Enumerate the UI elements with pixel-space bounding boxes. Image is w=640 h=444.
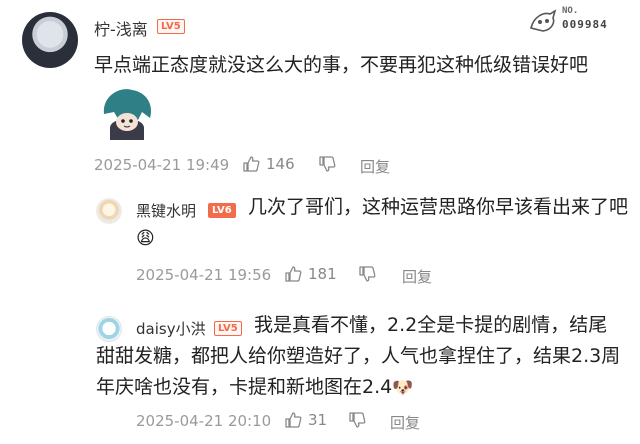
like-count: 31 [308, 411, 328, 429]
dislike-button[interactable] [348, 411, 366, 429]
dislike-button[interactable] [358, 265, 376, 283]
reply-button[interactable]: 回复 [390, 412, 420, 433]
thumbs-up-icon [285, 412, 302, 428]
dog-face-emoji: 🐶 [392, 378, 414, 398]
watermark-number: 009984 [562, 18, 608, 31]
dislike-button[interactable] [318, 155, 336, 173]
sticker-image [98, 84, 156, 142]
reply-text: 几次了哥们，这种运营思路你早该看出来了吧 [248, 196, 629, 218]
comment-text: 早点端正态度就没这么大的事，不要再犯这种低级错误好吧 [94, 54, 589, 76]
like-button[interactable]: 181 [284, 265, 337, 283]
level-badge: LV6 [208, 203, 236, 218]
thumbs-down-icon [319, 156, 336, 172]
watermark-label: NO. [562, 6, 579, 16]
avatar[interactable] [96, 198, 122, 224]
chibi-character-sticker [98, 84, 156, 142]
weary-face-emoji: 😩 [136, 228, 155, 249]
paw-logo-icon [530, 9, 557, 32]
thumbs-up-icon [243, 156, 260, 172]
comment-timestamp: 2025-04-21 19:49 [94, 156, 230, 174]
username[interactable]: 柠-浅离 [94, 16, 148, 40]
reply-button[interactable]: 回复 [402, 266, 432, 287]
reply-text: 我是真看不懂，2.2全是卡提的剧情，结尾甜甜发糖，都把人给你塑造好了，人气也拿捏… [96, 310, 626, 404]
thumbs-up-icon [285, 266, 302, 282]
thumbs-down-icon [349, 412, 366, 428]
like-button[interactable]: 146 [242, 155, 295, 173]
level-badge: LV5 [157, 19, 185, 34]
like-button[interactable]: 31 [284, 411, 327, 429]
reply-text-content: 我是真看不懂，2.2全是卡提的剧情，结尾甜甜发糖，都把人给你塑造好了，人气也拿捏… [96, 314, 621, 398]
watermark-stamp: NO. 009984 [528, 4, 638, 38]
thumbs-down-icon [359, 266, 376, 282]
username[interactable]: 黑键水明 [136, 200, 196, 221]
reply-timestamp: 2025-04-21 19:56 [136, 266, 272, 284]
like-count: 181 [308, 265, 337, 283]
reply-timestamp: 2025-04-21 20:10 [136, 412, 272, 430]
reply-button[interactable]: 回复 [360, 156, 390, 177]
avatar[interactable] [22, 12, 78, 68]
like-count: 146 [266, 155, 295, 173]
